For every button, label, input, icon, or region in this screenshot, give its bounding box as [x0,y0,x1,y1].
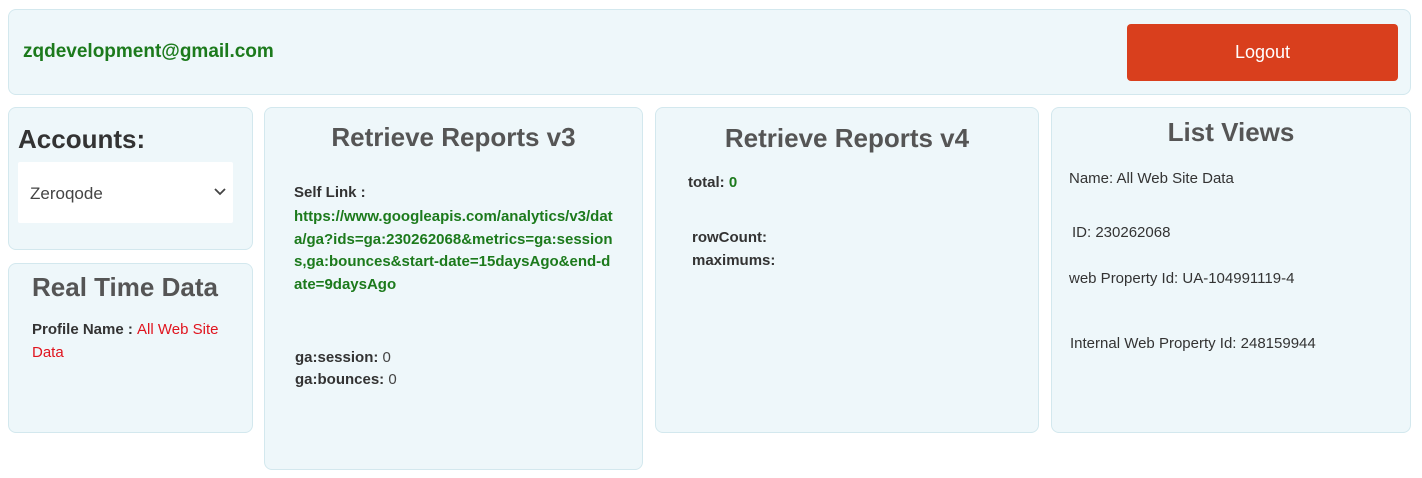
bounces-row: ga:bounces: 0 [295,369,397,391]
web-property-id: web Property Id: UA-104991119-4 [1069,270,1295,287]
self-link-label: Self Link : [294,184,366,201]
profile-name-label: Profile Name : [32,321,138,338]
session-label: ga:session: [295,349,379,366]
total-label: total: [688,174,725,191]
internal-web-property-id: Internal Web Property Id: 248159944 [1070,335,1316,352]
bounces-label: ga:bounces: [295,371,385,388]
rowcount-label: rowCount: [692,229,767,246]
account-select-value: Zeroqode [30,184,103,203]
reports-v4-fields: rowCount: maximums: [692,226,775,272]
profile-name: Profile Name : All Web Site Data [32,318,237,364]
logout-button[interactable]: Logout [1127,24,1398,81]
user-email: zqdevelopment@gmail.com [23,41,274,62]
self-link-value: https://www.googleapis.com/analytics/v3/… [294,208,613,293]
reports-v3-title: Retrieve Reports v3 [331,122,576,152]
total-row: total: 0 [688,174,737,191]
bounces-value: 0 [384,371,397,388]
list-views-title: List Views [1167,117,1295,147]
reports-v3-metrics: ga:session: 0 ga:bounces: 0 [295,347,397,391]
account-select[interactable]: Zeroqode [18,162,233,223]
realtime-panel: Real Time Data Profile Name : All Web Si… [8,263,253,433]
view-id: ID: 230262068 [1072,224,1171,241]
accounts-title: Accounts: [18,124,146,154]
session-value: 0 [378,349,391,366]
view-name: Name: All Web Site Data [1069,170,1234,187]
reports-v4-panel: Retrieve Reports v4 total: 0 rowCount: m… [655,107,1039,433]
header-bar: zqdevelopment@gmail.com Logout [8,9,1411,95]
chevron-down-icon [214,188,226,196]
list-views-panel: List Views Name: All Web Site Data ID: 2… [1051,107,1411,433]
reports-v4-title: Retrieve Reports v4 [724,123,970,153]
maximums-label: maximums: [692,252,776,269]
realtime-title: Real Time Data [32,272,218,302]
reports-v3-panel: Retrieve Reports v3 Self Link : https://… [264,107,643,470]
session-row: ga:session: 0 [295,347,397,369]
total-value: 0 [724,174,738,191]
accounts-panel: Accounts: Zeroqode [8,107,253,250]
